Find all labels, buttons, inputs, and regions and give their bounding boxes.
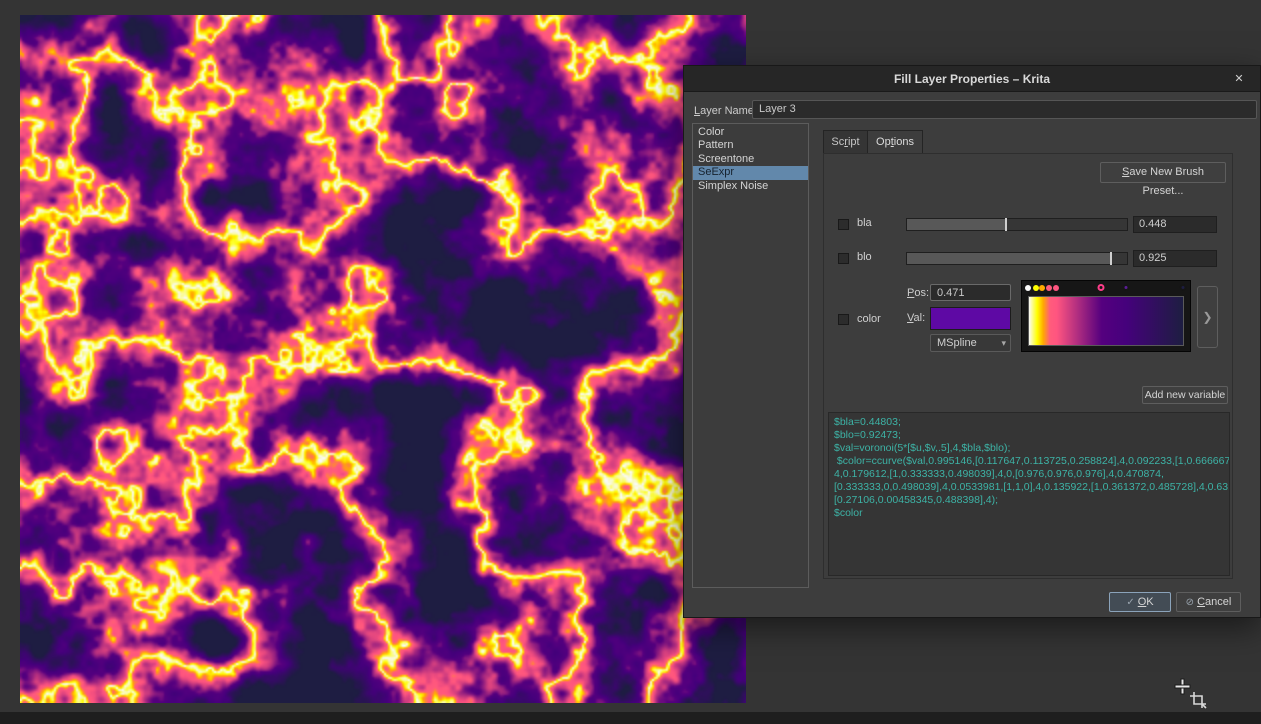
generator-list: ColorPatternScreentoneSeExprSimplex Nois…	[692, 123, 809, 588]
val-label: Val:	[907, 312, 925, 324]
cancel-circle-icon: ⊘	[1186, 597, 1194, 608]
interpolation-dropdown[interactable]: MSpline ▾	[930, 334, 1011, 352]
fill-layer-properties-dialog: Fill Layer Properties – Krita ✕ Layer Na…	[683, 65, 1261, 618]
color-variable-block: color Pos: 0.471 Val: MSpline ▾ ❯	[824, 280, 1232, 390]
add-new-variable-button[interactable]: Add new variable	[1142, 386, 1228, 404]
code-line: $bla=0.44803;	[834, 416, 1224, 429]
variable-slider[interactable]	[906, 218, 1128, 231]
crop-tool-cursor-icon	[1172, 676, 1212, 712]
code-line: [0.27106,0.00458345,0.488398],4);	[834, 494, 1224, 507]
color-variable-name: color	[857, 313, 881, 325]
generator-item-pattern[interactable]: Pattern	[693, 139, 808, 152]
canvas-artwork-bitmap	[20, 15, 746, 703]
layer-name-label: Layer Name:	[694, 105, 757, 117]
tab-script[interactable]: Script	[823, 130, 868, 154]
variable-row-bla: bla 0.448	[824, 216, 1232, 234]
checkmark-icon: ✓	[1126, 597, 1134, 608]
ok-button[interactable]: ✓ OK	[1109, 592, 1171, 612]
pos-input[interactable]: 0.471	[930, 284, 1011, 301]
code-line: [0.333333,0,0.498039],4,0.0533981,[1,1,0…	[834, 481, 1224, 494]
gradient-next-button[interactable]: ❯	[1197, 286, 1218, 348]
gradient-stop[interactable]	[1180, 284, 1187, 291]
chevron-down-icon: ▾	[1001, 335, 1006, 351]
code-line: $val=voronoi(5*[$u,$v,.5],4,$bla,$blo);	[834, 442, 1224, 455]
dialog-title: Fill Layer Properties – Krita	[684, 72, 1260, 86]
generator-item-color[interactable]: Color	[693, 126, 808, 139]
gradient-stop[interactable]	[1039, 285, 1045, 291]
cancel-label: Cancel	[1197, 596, 1231, 608]
code-line: 4,0.179612,[1,0.333333,0.498039],4,0,[0.…	[834, 468, 1224, 481]
gradient-bar[interactable]	[1028, 296, 1184, 346]
options-tab-panel: Save New Brush Preset... bla 0.448 blo 0.92…	[823, 153, 1233, 579]
gradient-stop[interactable]	[1025, 285, 1031, 291]
color-value-swatch[interactable]	[930, 307, 1011, 330]
gradient-stop[interactable]	[1123, 284, 1130, 291]
variable-name: bla	[857, 217, 872, 229]
code-line: $blo=0.92473;	[834, 429, 1224, 442]
dialog-titlebar[interactable]: Fill Layer Properties – Krita ✕	[684, 66, 1260, 92]
variable-value[interactable]: 0.925	[1133, 250, 1217, 267]
gradient-stops	[1028, 282, 1184, 295]
ok-label: OK	[1138, 596, 1154, 608]
generator-item-simplex-noise[interactable]: Simplex Noise	[693, 180, 808, 193]
interpolation-value: MSpline	[937, 337, 977, 349]
variable-name: blo	[857, 251, 872, 263]
close-icon[interactable]: ✕	[1230, 71, 1248, 87]
window-bottom-edge	[0, 712, 1261, 724]
canvas-artwork[interactable]	[20, 15, 746, 703]
code-line: $color=ccurve($val,0.995146,[0.117647,0.…	[834, 455, 1224, 468]
variable-slider[interactable]	[906, 252, 1128, 265]
code-line: $color	[834, 507, 1224, 520]
variable-value[interactable]: 0.448	[1133, 216, 1217, 233]
layer-name-input[interactable]: Layer 3	[752, 100, 1257, 119]
seexpr-script-editor[interactable]: $bla=0.44803;$blo=0.92473;$val=voronoi(5…	[828, 412, 1230, 576]
cancel-button[interactable]: ⊘Cancel	[1176, 592, 1241, 612]
tab-options[interactable]: Options	[867, 130, 923, 154]
generator-item-screentone[interactable]: Screentone	[693, 153, 808, 166]
variable-checkbox[interactable]	[838, 219, 849, 230]
gradient-editor[interactable]	[1021, 280, 1191, 352]
variable-row-blo: blo 0.925	[824, 250, 1232, 268]
color-variable-checkbox[interactable]	[838, 314, 849, 325]
pos-label: Pos:	[907, 287, 929, 299]
save-new-brush-preset-button[interactable]: Save New Brush Preset...	[1100, 162, 1226, 183]
gradient-stop[interactable]	[1046, 285, 1052, 291]
gradient-stop[interactable]	[1098, 284, 1105, 291]
gradient-stop[interactable]	[1053, 285, 1059, 291]
generator-item-seexpr[interactable]: SeExpr	[693, 166, 808, 179]
variable-checkbox[interactable]	[838, 253, 849, 264]
